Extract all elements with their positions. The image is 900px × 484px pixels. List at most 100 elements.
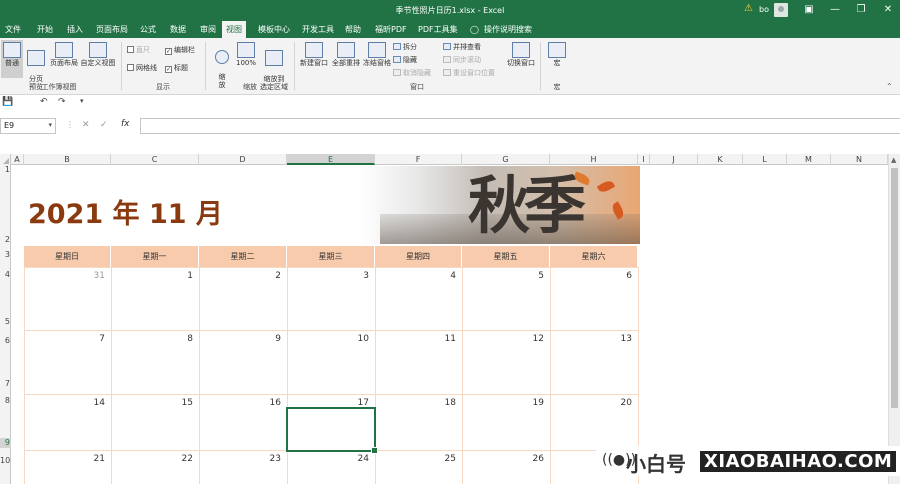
collapse-ribbon-icon[interactable]: ⌃ bbox=[886, 82, 893, 91]
zoom-100-button[interactable]: 100% bbox=[235, 42, 257, 67]
day-number[interactable]: 9 bbox=[251, 334, 281, 344]
column-header[interactable]: B bbox=[24, 154, 111, 165]
row-header[interactable]: 5 bbox=[0, 317, 11, 327]
day-number[interactable]: 19 bbox=[514, 398, 544, 408]
tab-developer[interactable]: 开发工具 bbox=[298, 21, 338, 38]
macros-button[interactable]: 宏 bbox=[546, 42, 568, 67]
insert-function-icon[interactable]: fx bbox=[121, 119, 130, 129]
redo-icon[interactable]: ↷ bbox=[58, 97, 66, 107]
tab-pdf-tools[interactable]: PDF工具集 bbox=[414, 21, 462, 38]
day-number[interactable]: 21 bbox=[75, 454, 105, 464]
column-header[interactable]: C bbox=[111, 154, 199, 165]
autumn-banner-image[interactable]: 秋季 bbox=[360, 166, 640, 244]
row-header[interactable]: 2 bbox=[0, 235, 11, 245]
day-number[interactable]: 16 bbox=[251, 398, 281, 408]
undo-icon[interactable]: ↶ bbox=[40, 97, 48, 107]
day-number[interactable]: 1 bbox=[163, 271, 193, 281]
normal-view-button[interactable]: 普通 bbox=[1, 40, 23, 78]
day-number[interactable]: 23 bbox=[251, 454, 281, 464]
row-header[interactable]: 4 bbox=[0, 270, 11, 280]
column-header[interactable]: M bbox=[787, 154, 831, 165]
reset-position-button[interactable]: 重设窗口位置 bbox=[443, 68, 495, 78]
tab-help[interactable]: 帮助 bbox=[341, 21, 365, 38]
column-header[interactable]: F bbox=[375, 154, 462, 165]
row-header[interactable]: 10 bbox=[0, 456, 11, 466]
freeze-panes-button[interactable]: 冻结窗格 bbox=[361, 42, 393, 67]
enter-icon[interactable]: ✓ bbox=[100, 120, 108, 130]
vertical-scrollbar[interactable]: ▲ bbox=[888, 154, 900, 484]
page-layout-view-button[interactable]: 页面布局 bbox=[48, 42, 80, 67]
day-number[interactable]: 20 bbox=[602, 398, 632, 408]
headings-checkbox[interactable]: ✓ 标题 bbox=[165, 63, 188, 73]
column-header[interactable]: J bbox=[650, 154, 698, 165]
unhide-button[interactable]: 取消隐藏 bbox=[393, 68, 431, 78]
user-name[interactable]: bo bbox=[759, 5, 769, 14]
day-number[interactable]: 13 bbox=[602, 334, 632, 344]
row-header[interactable]: 3 bbox=[0, 250, 11, 260]
tab-page-layout[interactable]: 页面布局 bbox=[92, 21, 132, 38]
tab-file[interactable]: 文件 bbox=[1, 21, 25, 38]
split-button[interactable]: 拆分 bbox=[393, 42, 417, 52]
tab-data[interactable]: 数据 bbox=[166, 21, 190, 38]
column-header[interactable]: E bbox=[287, 154, 375, 165]
switch-windows-button[interactable]: 切换窗口 bbox=[504, 42, 538, 67]
column-header[interactable]: A bbox=[11, 154, 24, 165]
day-number[interactable]: 5 bbox=[514, 271, 544, 281]
day-number[interactable]: 31 bbox=[75, 271, 105, 281]
ruler-checkbox[interactable]: 直尺 bbox=[127, 45, 150, 55]
row-header[interactable]: 6 bbox=[0, 336, 11, 346]
tab-foxit-pdf[interactable]: 福昕PDF bbox=[371, 21, 411, 38]
day-number[interactable]: 18 bbox=[426, 398, 456, 408]
select-all-button[interactable] bbox=[0, 154, 11, 165]
tab-template-center[interactable]: 模板中心 bbox=[254, 21, 294, 38]
day-number[interactable]: 3 bbox=[339, 271, 369, 281]
tab-home[interactable]: 开始 bbox=[33, 21, 57, 38]
column-header[interactable]: D bbox=[199, 154, 287, 165]
restore-icon[interactable]: ❐ bbox=[853, 2, 869, 18]
warning-icon[interactable]: ⚠ bbox=[744, 3, 753, 14]
row-header[interactable]: 7 bbox=[0, 379, 11, 389]
day-number[interactable]: 7 bbox=[75, 334, 105, 344]
row-header[interactable]: 8 bbox=[0, 396, 11, 406]
view-side-by-side-button[interactable]: 并排查看 bbox=[443, 42, 481, 52]
new-window-button[interactable]: 新建窗口 bbox=[298, 42, 330, 67]
day-number[interactable]: 14 bbox=[75, 398, 105, 408]
cancel-icon[interactable]: ✕ bbox=[82, 120, 90, 130]
day-number[interactable]: 6 bbox=[602, 271, 632, 281]
scroll-up-icon[interactable]: ▲ bbox=[891, 156, 896, 164]
scroll-thumb[interactable] bbox=[891, 168, 898, 408]
custom-views-button[interactable]: 自定义视图 bbox=[79, 42, 117, 67]
tab-formulas[interactable]: 公式 bbox=[136, 21, 160, 38]
day-number[interactable]: 24 bbox=[339, 454, 369, 464]
hide-button[interactable]: 隐藏 bbox=[393, 55, 417, 65]
worksheet-grid[interactable]: ABCDEFGHIJKLMN 1 2 3 4 5 6 7 8 9 10 秋季 2021 年 11 … bbox=[0, 154, 888, 484]
arrange-all-button[interactable]: 全部重排 bbox=[330, 42, 362, 67]
column-header[interactable]: H bbox=[550, 154, 638, 165]
name-box[interactable]: E9 ▾ bbox=[0, 118, 56, 134]
ribbon-display-options-icon[interactable]: ▣ bbox=[801, 2, 817, 18]
formula-input[interactable] bbox=[140, 118, 900, 134]
tell-me-search[interactable]: 操作说明搜索 bbox=[480, 21, 536, 38]
day-number[interactable]: 26 bbox=[514, 454, 544, 464]
row-header[interactable]: 1 bbox=[0, 165, 11, 175]
column-header[interactable]: G bbox=[462, 154, 550, 165]
day-number[interactable]: 11 bbox=[426, 334, 456, 344]
tab-review[interactable]: 审阅 bbox=[196, 21, 220, 38]
column-header[interactable]: K bbox=[698, 154, 743, 165]
day-number[interactable]: 2 bbox=[251, 271, 281, 281]
column-header[interactable]: N bbox=[831, 154, 888, 165]
day-number[interactable]: 4 bbox=[426, 271, 456, 281]
close-icon[interactable]: ✕ bbox=[880, 2, 896, 18]
avatar[interactable] bbox=[774, 3, 788, 17]
sync-scroll-button[interactable]: 同步滚动 bbox=[443, 55, 481, 65]
day-number[interactable]: 10 bbox=[339, 334, 369, 344]
day-number[interactable]: 15 bbox=[163, 398, 193, 408]
row-header[interactable]: 9 bbox=[0, 438, 11, 448]
minimize-icon[interactable]: — bbox=[827, 2, 843, 18]
formula-bar-checkbox[interactable]: ✓ 编辑栏 bbox=[165, 45, 195, 55]
tab-insert[interactable]: 插入 bbox=[63, 21, 87, 38]
gridlines-checkbox[interactable]: 网格线 bbox=[127, 63, 157, 73]
day-number[interactable]: 22 bbox=[163, 454, 193, 464]
chevron-down-icon[interactable]: ▾ bbox=[48, 121, 52, 129]
tab-view[interactable]: 视图 bbox=[222, 21, 246, 38]
